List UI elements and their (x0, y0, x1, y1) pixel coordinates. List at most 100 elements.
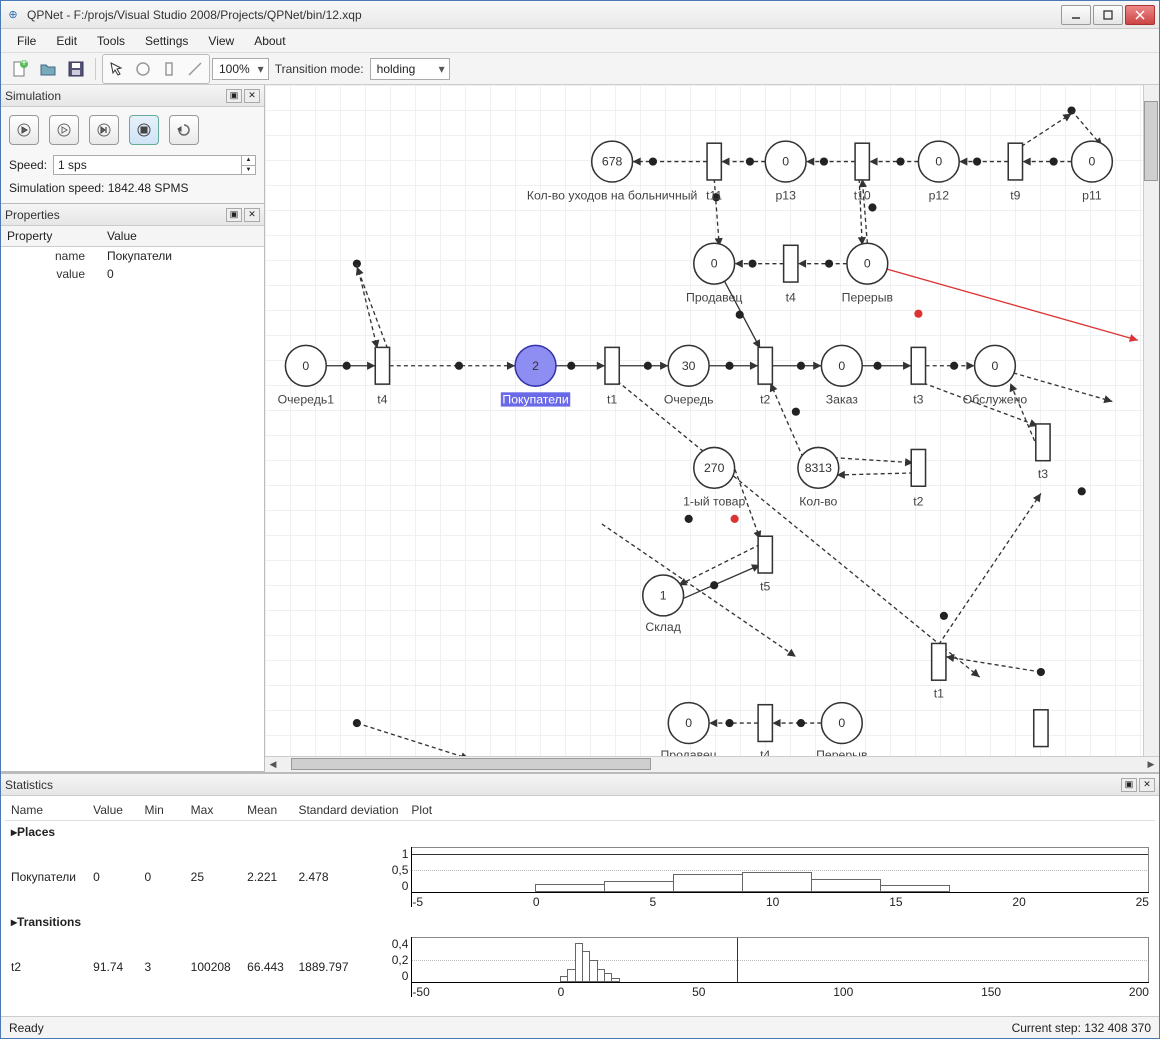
svg-text:p12: p12 (929, 188, 950, 202)
properties-table: Property Value name Покупатели value 0 (1, 226, 264, 283)
panel-dock-icon[interactable]: ▣ (226, 89, 242, 103)
svg-text:678: 678 (602, 155, 623, 169)
vscroll-thumb[interactable] (1144, 101, 1158, 181)
status-ready: Ready (9, 1021, 1012, 1035)
svg-text:t10: t10 (854, 188, 871, 202)
minimize-button[interactable] (1061, 5, 1091, 25)
vertical-scrollbar[interactable] (1143, 85, 1159, 756)
hscroll-right-icon[interactable]: ▶ (1143, 758, 1159, 772)
svg-text:t4: t4 (786, 290, 796, 304)
zoom-select[interactable]: 100% (212, 58, 269, 80)
panel-close-icon[interactable]: ✕ (244, 89, 260, 103)
stats-section-transitions[interactable]: ▸Transitions (5, 911, 1155, 933)
svg-text:Кол-во уходов на больничный: Кол-во уходов на больничный (527, 188, 698, 202)
hscroll-track[interactable] (281, 758, 1143, 772)
panel-dock-icon[interactable]: ▣ (226, 208, 242, 222)
window-controls (1059, 5, 1155, 25)
transition-mode-select[interactable]: holding (370, 58, 450, 80)
svg-text:Очередь1: Очередь1 (278, 393, 335, 407)
panel-close-icon[interactable]: ✕ (244, 208, 260, 222)
canvas-area: t11t10t9t4t4t1t2t3t3t2t5t1t4678Кол-во ух… (265, 85, 1159, 772)
stats-cell-mean: 2.221 (241, 843, 292, 911)
play-fast-button[interactable] (9, 115, 39, 145)
hscroll-thumb[interactable] (291, 758, 651, 770)
property-row[interactable]: value 0 (1, 265, 264, 283)
properties-header-value[interactable]: Value (101, 226, 264, 247)
new-file-icon[interactable]: + (7, 56, 33, 82)
stats-header-mean[interactable]: Mean (241, 800, 292, 821)
svg-text:t9: t9 (1010, 188, 1020, 202)
svg-text:1: 1 (660, 588, 667, 602)
stats-header-min[interactable]: Min (138, 800, 184, 821)
properties-body: Property Value name Покупатели value 0 (1, 226, 264, 771)
stats-cell-min: 0 (138, 843, 184, 911)
panel-close-icon[interactable]: ✕ (1139, 778, 1155, 792)
reset-button[interactable] (169, 115, 199, 145)
properties-panel: Properties ▣ ✕ Property Value name (1, 204, 264, 772)
svg-text:Обслужено: Обслужено (963, 393, 1028, 407)
svg-text:270: 270 (704, 461, 725, 475)
menu-settings[interactable]: Settings (135, 31, 198, 51)
stats-header-std[interactable]: Standard deviation (292, 800, 405, 821)
svg-text:30: 30 (682, 359, 696, 373)
statistics-body: Name Value Min Max Mean Standard deviati… (1, 796, 1159, 1016)
step-button[interactable] (89, 115, 119, 145)
petri-net-canvas[interactable]: t11t10t9t4t4t1t2t3t3t2t5t1t4678Кол-во ух… (265, 85, 1143, 756)
window-title: QPNet - F:/projs/Visual Studio 2008/Proj… (27, 8, 1059, 22)
svg-text:p11: p11 (1082, 188, 1102, 202)
menu-file[interactable]: File (7, 31, 46, 51)
titlebar: ⊕ QPNet - F:/projs/Visual Studio 2008/Pr… (1, 1, 1159, 29)
stats-header-plot[interactable]: Plot (405, 800, 1155, 821)
stats-row[interactable]: t2 91.74 3 100208 66.443 1889.797 0,40,2… (5, 933, 1155, 1001)
simulation-panel: Simulation ▣ ✕ Speed: (1, 85, 264, 204)
statistics-panel: Statistics ▣ ✕ Name Value Min Max Mean S… (1, 773, 1159, 1016)
close-button[interactable] (1125, 5, 1155, 25)
panel-dock-icon[interactable]: ▣ (1121, 778, 1137, 792)
transition-tool-icon[interactable] (156, 56, 182, 82)
pointer-tool-icon[interactable] (104, 56, 130, 82)
simulation-title: Simulation (5, 89, 224, 103)
speed-input[interactable]: 1 sps ▲▼ (53, 155, 256, 175)
open-file-icon[interactable] (35, 56, 61, 82)
menu-edit[interactable]: Edit (46, 31, 87, 51)
toolbar-separator (95, 58, 96, 80)
play-button[interactable] (49, 115, 79, 145)
stop-button[interactable] (129, 115, 159, 145)
svg-text:t4: t4 (760, 748, 770, 756)
mini-plot-places: 10,50-50510152025 (411, 847, 1149, 907)
stats-header-value[interactable]: Value (87, 800, 138, 821)
hscroll-left-icon[interactable]: ◀ (265, 758, 281, 772)
horizontal-scrollbar[interactable]: ◀ ▶ (265, 756, 1159, 772)
speed-value: 1 sps (58, 158, 87, 172)
place-tool-icon[interactable] (130, 56, 156, 82)
speed-spinner[interactable]: ▲▼ (241, 156, 255, 174)
properties-header-property[interactable]: Property (1, 226, 101, 247)
save-icon[interactable] (63, 56, 89, 82)
property-value: 0 (101, 265, 264, 283)
stats-section-places[interactable]: ▸Places (5, 821, 1155, 844)
svg-text:t3: t3 (913, 393, 923, 407)
svg-text:0: 0 (864, 257, 871, 271)
arc-tool-icon[interactable] (182, 56, 208, 82)
stats-cell-min: 3 (138, 933, 184, 1001)
svg-text:0: 0 (992, 359, 999, 373)
property-key: value (1, 265, 101, 283)
menu-about[interactable]: About (244, 31, 295, 51)
speed-label: Speed: (9, 158, 47, 172)
maximize-button[interactable] (1093, 5, 1123, 25)
stats-row[interactable]: Покупатели 0 0 25 2.221 2.478 10,50-5051… (5, 843, 1155, 911)
svg-text:t1: t1 (934, 687, 944, 701)
transition-mode-label: Transition mode: (275, 62, 364, 76)
stats-cell-name: t2 (5, 933, 87, 1001)
app-window: ⊕ QPNet - F:/projs/Visual Studio 2008/Pr… (0, 0, 1160, 1039)
svg-text:t11: t11 (706, 188, 722, 202)
menu-tools[interactable]: Tools (87, 31, 135, 51)
transition-mode-value: holding (377, 62, 416, 76)
stats-header-name[interactable]: Name (5, 800, 87, 821)
property-row[interactable]: name Покупатели (1, 247, 264, 266)
menu-view[interactable]: View (198, 31, 244, 51)
simulation-info: Simulation speed: 1842.48 SPMS (9, 181, 256, 195)
stats-cell-value: 0 (87, 843, 138, 911)
left-dock: Simulation ▣ ✕ Speed: (1, 85, 265, 772)
stats-header-max[interactable]: Max (185, 800, 241, 821)
